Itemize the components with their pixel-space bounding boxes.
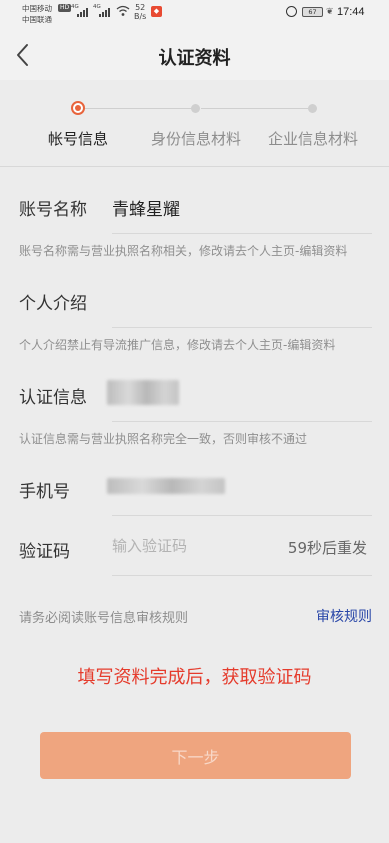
step-connector-1 <box>84 108 192 109</box>
wifi-icon <box>116 5 130 16</box>
intro-label: 个人介绍 <box>19 294 87 314</box>
progress-steps: 帐号信息 身份信息材料 企业信息材料 <box>0 80 389 166</box>
phone-underline <box>112 515 372 516</box>
page-title: 认证资料 <box>158 48 231 69</box>
hd-badge: HD <box>58 4 72 12</box>
next-button[interactable]: 下一步 <box>40 732 351 779</box>
speed-value: 52 <box>135 3 146 12</box>
phone-label: 手机号 <box>19 482 70 502</box>
account-name-underline <box>112 233 372 234</box>
cert-info-hint: 认证信息需与营业执照名称完全一致，否则审核不通过 <box>19 432 308 446</box>
section-divider <box>0 166 389 167</box>
step-indicator-3 <box>308 104 317 113</box>
cert-info-underline <box>112 421 372 422</box>
step-label-account-info: 帐号信息 <box>48 130 109 148</box>
code-label: 验证码 <box>19 542 70 562</box>
status-bar: 中国移动 中国联通 HD 4G 4G 52 B/s ◆ 67 ❦ 17:44 <box>0 0 389 30</box>
signal-icon-2 <box>99 7 110 17</box>
clock: 17:44 <box>337 6 365 18</box>
carrier-1: 中国移动 <box>22 4 52 13</box>
account-name-value: 青蜂星耀 <box>112 200 180 220</box>
carrier-2: 中国联通 <box>22 15 52 24</box>
step-connector-2 <box>201 108 308 109</box>
account-name-hint: 账号名称需与营业执照名称相关，修改请去个人主页-编辑资料 <box>19 244 348 258</box>
intro-hint: 个人介绍禁止有导流推广信息，修改请去个人主页-编辑资料 <box>19 338 336 352</box>
speed-unit: B/s <box>134 12 147 21</box>
cert-info-value-redacted <box>107 380 179 405</box>
step-label-enterprise-materials: 企业信息材料 <box>268 130 359 148</box>
instruction-annotation: 填写资料完成后，获取验证码 <box>77 667 312 688</box>
code-underline <box>112 575 372 576</box>
review-rules-link[interactable]: 审核规则 <box>316 606 372 626</box>
step-label-identity-materials: 身份信息材料 <box>151 130 242 148</box>
alarm-icon <box>286 6 297 17</box>
battery-icon: 67 <box>302 7 323 17</box>
intro-underline <box>112 327 372 328</box>
cert-info-label: 认证信息 <box>19 388 87 408</box>
resend-code-button[interactable]: 59秒后重发 <box>288 537 367 558</box>
carrier-info: 中国移动 中国联通 <box>22 3 52 25</box>
app-notification-icon: ◆ <box>151 6 162 17</box>
network-speed: 52 B/s <box>134 3 146 21</box>
step-indicator-2 <box>191 104 200 113</box>
phone-value-redacted <box>107 478 225 494</box>
signal-icon <box>77 7 88 17</box>
code-input[interactable] <box>112 533 262 559</box>
rules-notice: 请务必阅读账号信息审核规则 <box>19 611 189 626</box>
step-indicator-1 <box>71 101 85 115</box>
power-saving-icon: ❦ <box>326 7 334 17</box>
header: 认证资料 <box>0 30 389 80</box>
account-name-label: 账号名称 <box>19 200 87 220</box>
